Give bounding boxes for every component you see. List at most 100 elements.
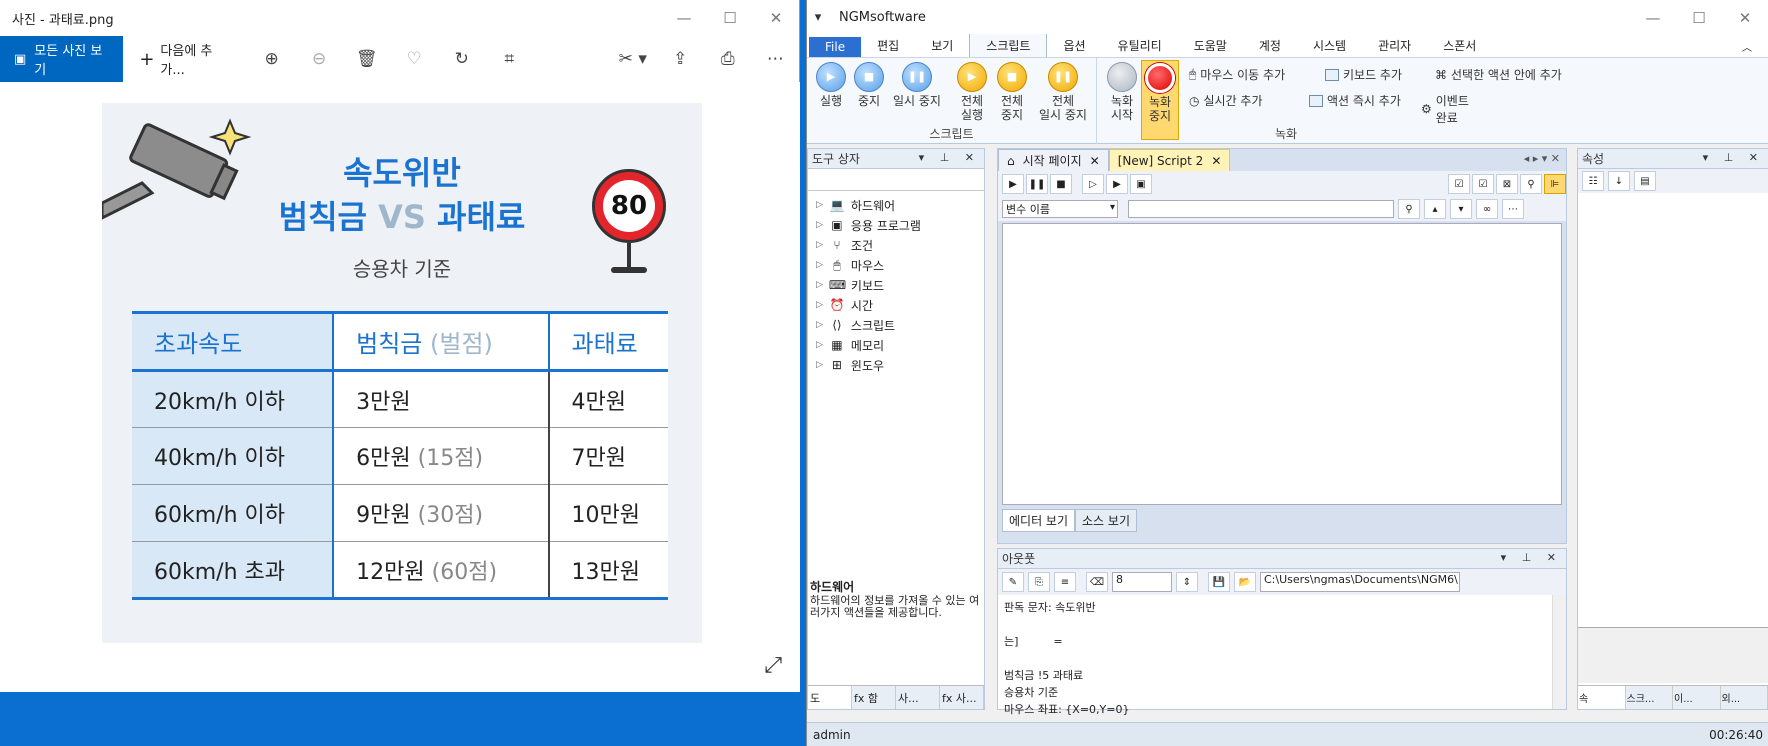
tab-user-functions[interactable]: fx 사... <box>940 686 984 709</box>
tab-scripts[interactable]: 스크... <box>1626 686 1673 709</box>
zoom-out-icon[interactable]: ⊖ <box>295 36 343 82</box>
menu-script[interactable]: 스크립트 <box>969 33 1048 57</box>
record-start-button[interactable]: 녹화 시작 <box>1105 62 1139 122</box>
output-scrollbar[interactable] <box>1552 595 1566 709</box>
panel-controls-icon[interactable]: ▾ ⊥ ✕ <box>1501 551 1562 564</box>
run-all-button[interactable]: ▶ 전체 실행 <box>955 62 989 122</box>
step-into-icon[interactable]: ▣ <box>1130 174 1152 194</box>
menu-utility[interactable]: 유틸리티 <box>1102 34 1178 57</box>
delete-icon[interactable]: ⊠ <box>1496 174 1518 194</box>
brush-icon[interactable]: ✎ <box>1002 572 1024 592</box>
mouse-move-add-button[interactable]: 🖱 마우스 이동 추가 <box>1189 66 1285 83</box>
spin-icon[interactable]: ⇕ <box>1176 572 1198 592</box>
close-icon[interactable]: ✕ <box>1722 0 1768 36</box>
minimize-icon[interactable]: — <box>1630 0 1676 36</box>
add-in-selected-button[interactable]: ⌘ 선택한 액션 안에 추가 <box>1435 66 1562 83</box>
tree-view-icon[interactable]: ⊫ <box>1544 174 1566 194</box>
pause-all-button[interactable]: ❚❚ 전체 일시 중지 <box>1033 62 1093 122</box>
tree-item-script[interactable]: ▷ ⟨⟩ 스크립트 <box>808 315 984 335</box>
menu-account[interactable]: 계정 <box>1243 34 1297 57</box>
menu-file[interactable]: File <box>809 37 862 57</box>
more-icon[interactable]: ⋯ <box>1502 199 1524 219</box>
pause-icon[interactable]: ❚❚ <box>1026 174 1048 194</box>
share-icon[interactable]: ⇪ <box>657 36 705 82</box>
favorite-icon[interactable]: ♡ <box>390 36 438 82</box>
maximize-icon[interactable]: ☐ <box>707 0 753 36</box>
run-button[interactable]: ▶ 실행 <box>815 62 847 108</box>
crop-icon[interactable]: ⌗ <box>485 36 533 82</box>
step-over-icon[interactable]: ▶ <box>1106 174 1128 194</box>
edit-create-icon[interactable]: ✂ ▾ <box>609 36 657 82</box>
delete-icon[interactable]: 🗑 <box>343 36 391 82</box>
tab-functions[interactable]: fx 함 <box>852 686 896 709</box>
rotate-icon[interactable]: ↻ <box>438 36 486 82</box>
collapse-ribbon-icon[interactable]: ︿ <box>1726 36 1768 57</box>
system-menu-icon[interactable]: ▾ <box>807 10 829 25</box>
menu-help[interactable]: 도움말 <box>1178 34 1243 57</box>
font-size-input[interactable]: 8 <box>1112 572 1172 592</box>
menu-sponsor[interactable]: 스폰서 <box>1427 34 1492 57</box>
tab-start-page[interactable]: ⌂ 시작 페이지 ✕ <box>998 149 1109 171</box>
menu-admin[interactable]: 관리자 <box>1362 34 1427 57</box>
tree-item-keyboard[interactable]: ▷ ⌨ 키보드 <box>808 275 984 295</box>
eraser-icon[interactable]: ⌫ <box>1086 572 1108 592</box>
down-icon[interactable]: ▾ <box>1450 199 1472 219</box>
realtime-add-button[interactable]: ◷ 실시간 추가 <box>1189 92 1263 109</box>
property-pages-icon[interactable]: ▤ <box>1634 171 1656 191</box>
lines-icon[interactable]: ≡ <box>1054 572 1076 592</box>
tree-item-hardware[interactable]: ▷ 💻 하드웨어 <box>808 195 984 215</box>
tab-user[interactable]: 사... <box>896 686 940 709</box>
tab-external[interactable]: 외... <box>1721 686 1768 709</box>
tree-item-mouse[interactable]: ▷ 🖱 마우스 <box>808 255 984 275</box>
tree-item-window[interactable]: ▷ ⊞ 윈도우 <box>808 355 984 375</box>
script-editor[interactable] <box>1002 223 1562 505</box>
stop-all-button[interactable]: ■ 전체 중지 <box>995 62 1029 122</box>
variable-select[interactable]: 변수 이름 <box>1002 200 1118 218</box>
tab-editor-view[interactable]: 에디터 보기 <box>1002 509 1076 532</box>
search-icon[interactable]: ⚲ <box>1398 199 1420 219</box>
tab-images[interactable]: 이... <box>1673 686 1721 709</box>
panel-controls-icon[interactable]: ▾ ⊥ ✕ <box>1703 151 1764 164</box>
stop-icon[interactable]: ■ <box>1050 174 1072 194</box>
action-add-button[interactable]: 액션 즉시 추가 <box>1309 92 1401 109</box>
folder-icon[interactable]: 📂 <box>1234 572 1256 592</box>
zoom-in-icon[interactable]: ⊕ <box>248 36 296 82</box>
tree-item-memory[interactable]: ▷ ▦ 메모리 <box>808 335 984 355</box>
menu-edit[interactable]: 편집 <box>861 34 915 57</box>
minimize-icon[interactable]: — <box>661 0 707 36</box>
tree-item-condition[interactable]: ▷ ⑂ 조건 <box>808 235 984 255</box>
keyboard-add-button[interactable]: 키보드 추가 <box>1325 66 1402 83</box>
output-path-input[interactable]: C:\Users\ngmas\Documents\NGM6\ <box>1260 572 1460 592</box>
check-all-icon[interactable]: ☑ <box>1472 174 1494 194</box>
sort-az-icon[interactable]: ↓ <box>1608 171 1630 191</box>
all-photos-button[interactable]: ▣ 모든 사진 보기 <box>0 36 124 82</box>
close-icon[interactable]: ✕ <box>753 0 799 36</box>
menu-options[interactable]: 옵션 <box>1047 34 1101 57</box>
tree-item-application[interactable]: ▷ ▣ 응용 프로그램 <box>808 215 984 235</box>
tab-script-2[interactable]: [New] Script 2 ✕ <box>1108 149 1231 171</box>
event-done-button[interactable]: ⚙ 이벤트 완료 <box>1421 92 1473 126</box>
maximize-icon[interactable]: ☐ <box>1676 0 1722 36</box>
infinity-icon[interactable]: ∞ <box>1476 199 1498 219</box>
more-icon[interactable]: ⋯ <box>752 36 800 82</box>
menu-system[interactable]: 시스템 <box>1297 34 1362 57</box>
add-to-button[interactable]: + 다음에 추가... <box>123 40 248 78</box>
tab-toolbox[interactable]: 도 <box>808 686 852 709</box>
close-tab-icon[interactable]: ✕ <box>1090 154 1100 168</box>
toolbox-search[interactable] <box>808 169 984 191</box>
search-icon[interactable]: ⚲ <box>1520 174 1542 194</box>
tab-properties[interactable]: 속 <box>1578 686 1626 709</box>
close-tab-icon[interactable]: ✕ <box>1211 154 1221 168</box>
up-icon[interactable]: ▴ <box>1424 199 1446 219</box>
copy-icon[interactable]: ⎘ <box>1028 572 1050 592</box>
check-icon[interactable]: ☑ <box>1448 174 1470 194</box>
variable-input[interactable] <box>1128 200 1394 218</box>
print-icon[interactable]: ⎙ <box>704 36 752 82</box>
tab-nav-icon[interactable]: ◂ ▸ ▾ ✕ <box>1524 152 1560 165</box>
step-icon[interactable]: ▷ <box>1082 174 1104 194</box>
tree-item-time[interactable]: ▷ ⏰ 시간 <box>808 295 984 315</box>
stop-button[interactable]: ■ 중지 <box>853 62 885 108</box>
panel-controls-icon[interactable]: ▾ ⊥ ✕ <box>919 151 980 164</box>
save-icon[interactable]: 💾 <box>1208 572 1230 592</box>
play-icon[interactable]: ▶ <box>1002 174 1024 194</box>
